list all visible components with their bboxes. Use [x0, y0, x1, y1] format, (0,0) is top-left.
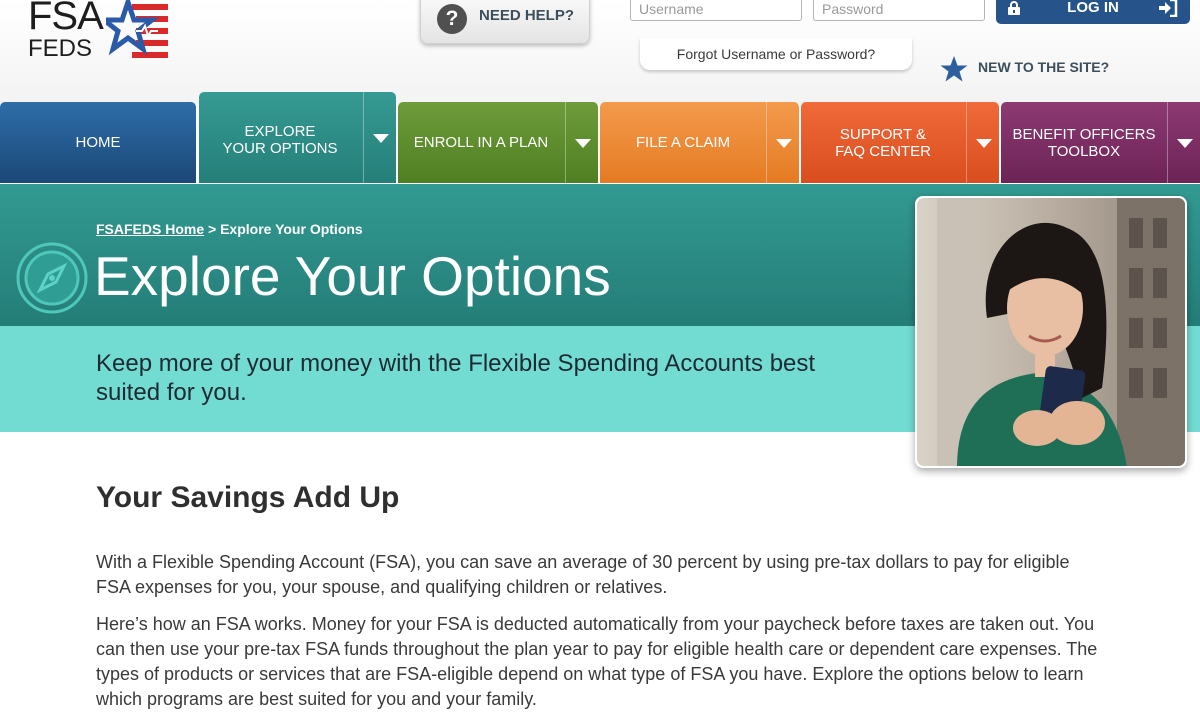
nav-enroll-label: ENROLL IN A PLAN [413, 134, 549, 151]
forgot-credentials-link[interactable]: Forgot Username or Password? [640, 46, 912, 62]
sign-in-icon [1159, 0, 1178, 17]
breadcrumb-home-link[interactable]: FSAFEDS Home [96, 221, 204, 237]
nav-support-line1: SUPPORT & [839, 125, 927, 143]
how-it-works-paragraph: Here’s how an FSA works. Money for your … [96, 614, 1098, 709]
chevron-down-icon[interactable] [966, 102, 999, 183]
password-field[interactable] [813, 0, 985, 21]
nav-explore-line1: EXPLORE [244, 122, 316, 140]
need-help-button[interactable]: ? NEED HELP? [420, 0, 590, 44]
forgot-credentials-tab: Forgot Username or Password? [640, 38, 912, 70]
logo-text-fsa: FSA [28, 0, 104, 38]
hero-tagline: Keep more of your money with the Flexibl… [96, 350, 816, 406]
breadcrumb-separator: > [204, 221, 221, 237]
login-button[interactable]: LOG IN [996, 0, 1190, 24]
need-help-label: NEED HELP? [479, 7, 575, 24]
new-to-site-label: NEW TO THE SITE? [978, 59, 1110, 75]
username-field[interactable] [630, 0, 802, 21]
nav-support-line2: FAQ CENTER [835, 142, 931, 160]
site-header: FSA FEDS ? NEED HELP? LOG IN Forgot Us [0, 0, 1200, 104]
nav-claim-label: FILE A CLAIM [635, 134, 731, 151]
nav-tab-home[interactable]: HOME [0, 102, 196, 183]
logo-star-flag-icon [106, 0, 168, 58]
chevron-down-icon[interactable] [766, 102, 799, 183]
nav-toolbox-line2: TOOLBOX [1047, 142, 1121, 160]
nav-explore-line2: YOUR OPTIONS [222, 139, 338, 157]
breadcrumb: FSAFEDS Home > Explore Your Options [96, 221, 363, 237]
nav-tab-support-faq-center[interactable]: SUPPORT & FAQ CENTER [801, 102, 999, 183]
main-navigation: HOME EXPLORE YOUR OPTIONS ENROLL IN A PLA… [0, 92, 1200, 184]
question-circle-icon: ? [437, 4, 467, 34]
nav-tab-benefit-officers-toolbox[interactable]: BENEFIT OFFICERS TOOLBOX [1001, 102, 1200, 183]
nav-explore-label: EXPLORE YOUR OPTIONS [199, 92, 361, 183]
star-icon [940, 56, 968, 82]
logo-text-feds: FEDS [28, 35, 93, 62]
nav-tab-explore-your-options[interactable]: EXPLORE YOUR OPTIONS [199, 92, 396, 183]
nav-toolbox-line1: BENEFIT OFFICERS [1012, 125, 1156, 143]
nav-tab-file-a-claim[interactable]: FILE A CLAIM [600, 102, 799, 183]
chevron-down-icon[interactable] [565, 102, 598, 183]
chevron-down-icon[interactable] [1167, 102, 1200, 183]
chevron-down-icon[interactable] [363, 92, 396, 183]
page-title: Explore Your Options [94, 245, 611, 307]
woman-with-phone-photo [917, 198, 1185, 466]
section-heading: Your Savings Add Up [96, 481, 400, 514]
hero-photo-card [915, 196, 1187, 468]
nav-toolbox-label: BENEFIT OFFICERS TOOLBOX [1001, 102, 1167, 183]
nav-tab-enroll-in-a-plan[interactable]: ENROLL IN A PLAN [398, 102, 598, 183]
breadcrumb-current: Explore Your Options [220, 221, 363, 237]
nav-support-label: SUPPORT & FAQ CENTER [801, 102, 965, 183]
compass-icon [16, 242, 88, 314]
nav-home-label: HOME [75, 134, 121, 151]
fsafeds-logo[interactable]: FSA FEDS [28, 0, 168, 66]
intro-paragraph: With a Flexible Spending Account (FSA), … [96, 552, 1070, 597]
